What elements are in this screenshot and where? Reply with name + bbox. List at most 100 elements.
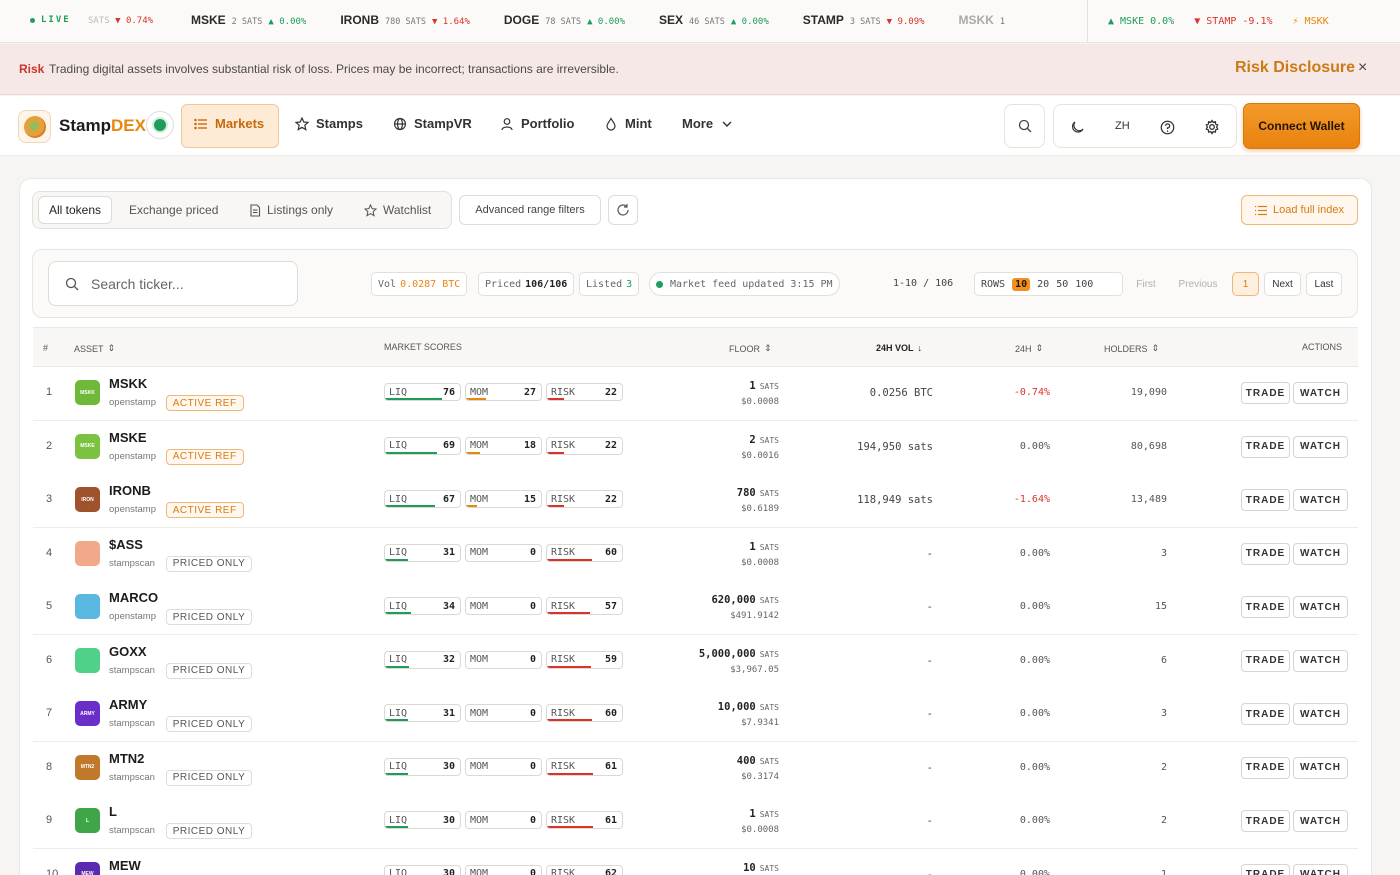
next-page-button[interactable]: Next — [1264, 272, 1301, 296]
brand-name[interactable]: StampDEX — [59, 116, 146, 136]
rows-option-100[interactable]: 100 — [1075, 279, 1093, 290]
col-24h[interactable]: 24H ⇕ — [1015, 343, 1043, 354]
token-ticker[interactable]: MARCO — [109, 590, 158, 605]
table-row[interactable]: 8 MTN2 MTN2 stampscan PRICED ONLY LIQ 30 MOM 0 RI… — [33, 741, 1358, 796]
col-asset[interactable]: ASSET ⇕ — [74, 343, 115, 354]
score-risk-bar — [547, 719, 592, 721]
watch-button[interactable]: WATCH — [1293, 649, 1348, 672]
floor-cell: 2 SATS $0.0016 — [633, 421, 779, 475]
token-ticker[interactable]: $ASS — [109, 537, 143, 552]
score-liq: LIQ 30 — [384, 757, 461, 776]
priced-value: 106/106 — [525, 278, 568, 290]
ticker-price: 1 — [999, 17, 1006, 27]
search-button[interactable] — [1004, 104, 1045, 148]
table-row[interactable]: 1 MSKK MSKK openstamp ACTIVE REF LIQ 76 MOM 27 RI… — [33, 367, 1358, 421]
network-status-indicator[interactable] — [146, 111, 174, 139]
refresh-button[interactable] — [608, 195, 638, 225]
table-row[interactable]: 10MEWMEWstampscanPRICED ONLYLIQ30MOM0RIS… — [33, 848, 1358, 875]
ticker-item[interactable]: MSKE 2 SATS ▲ 0.00% — [191, 13, 306, 27]
last-page-button[interactable]: Last — [1306, 272, 1342, 296]
load-full-index-button[interactable]: Load full index — [1241, 195, 1358, 225]
tab-watchlist[interactable]: Watchlist — [364, 196, 431, 224]
token-ticker[interactable]: IRONB — [109, 483, 151, 498]
previous-page-button[interactable]: Previous — [1169, 272, 1227, 296]
table-row[interactable]: 6 GOXX stampscan PRICED ONLY LIQ 32 MOM 0 RISK 59… — [33, 634, 1358, 689]
trade-button[interactable]: TRADE — [1241, 542, 1290, 565]
trade-button[interactable]: TRADE — [1241, 382, 1290, 404]
ticker-change: ▲ 0.00% — [730, 17, 769, 27]
nav-portfolio[interactable]: Portfolio — [500, 116, 574, 131]
token-ticker[interactable]: L — [109, 804, 117, 819]
col-floor[interactable]: FLOOR ⇕ — [729, 343, 772, 354]
token-ticker[interactable]: MSKK — [109, 376, 147, 391]
tab-exchange-priced[interactable]: Exchange priced — [129, 196, 218, 224]
token-ticker[interactable]: MSKE — [109, 430, 147, 445]
risk-disclosure-link[interactable]: Risk Disclosure — [1235, 59, 1355, 77]
trade-button[interactable]: TRADE — [1241, 703, 1290, 725]
table-row[interactable]: 4 $ASS stampscan PRICED ONLY LIQ 31 MOM 0 RISK 60… — [33, 527, 1358, 582]
nav-markets[interactable]: Markets — [194, 116, 264, 131]
watch-button[interactable]: WATCH — [1293, 542, 1348, 565]
advanced-filters-button[interactable]: Advanced range filters — [459, 195, 601, 225]
nav-mint[interactable]: Mint — [604, 116, 652, 131]
rows-option-20[interactable]: 20 — [1037, 279, 1049, 290]
table-row[interactable]: 3 IRON IRONB openstamp ACTIVE REF LIQ 67 MOM 15 R… — [33, 474, 1358, 528]
watch-button[interactable]: WATCH — [1293, 382, 1348, 404]
floor-unit: SATS — [759, 382, 779, 391]
trade-button[interactable]: TRADE — [1241, 435, 1290, 458]
logo[interactable] — [18, 110, 51, 143]
col-24h-vol[interactable]: 24H VOL ↓ — [876, 343, 922, 353]
top-nav: StampDEX Markets Stamps StampVR Portfoli… — [0, 96, 1400, 156]
ticker-item[interactable]: DOGE 78 SATS ▲ 0.00% — [504, 13, 625, 27]
ticker-item[interactable]: IRONB 780 SATS ▼ 1.64% — [340, 13, 470, 27]
trade-button[interactable]: TRADE — [1241, 863, 1290, 875]
watch-button[interactable]: WATCH — [1293, 703, 1348, 725]
score-risk: RISK 61 — [546, 811, 623, 829]
score-risk-value: 22 — [604, 493, 617, 505]
trade-button[interactable]: TRADE — [1241, 756, 1290, 779]
floor-value: 1 — [749, 540, 756, 553]
search-input[interactable]: Search ticker... — [48, 261, 298, 306]
floor-unit: SATS — [759, 542, 779, 552]
ticker-item[interactable]: STAMP 3 SATS ▼ 9.09% — [803, 13, 925, 27]
watch-button[interactable]: WATCH — [1293, 489, 1348, 511]
moon-icon[interactable] — [1071, 120, 1085, 134]
table-row[interactable]: 2 MSKE MSKE openstamp ACTIVE REF LIQ 69 MOM 18 RI… — [33, 420, 1358, 475]
language-toggle[interactable]: ZH — [1115, 120, 1130, 132]
token-ticker[interactable]: GOXX — [109, 644, 147, 659]
trade-button[interactable]: TRADE — [1241, 596, 1290, 618]
trade-button[interactable]: TRADE — [1241, 810, 1290, 832]
close-icon[interactable]: × — [1358, 59, 1367, 77]
help-icon[interactable] — [1160, 120, 1175, 135]
watch-button[interactable]: WATCH — [1293, 596, 1348, 618]
ticker-item[interactable]: MSKK 1 — [959, 13, 1011, 27]
watch-button[interactable]: WATCH — [1293, 810, 1348, 832]
col-holders[interactable]: HOLDERS ⇕ — [1104, 343, 1159, 354]
tab-listings-only[interactable]: Listings only — [249, 196, 333, 224]
nav-stamps[interactable]: Stamps — [295, 116, 363, 131]
connect-wallet-button[interactable]: Connect Wallet — [1243, 103, 1360, 149]
token-ticker[interactable]: MEW — [109, 858, 141, 873]
trade-button[interactable]: TRADE — [1241, 489, 1290, 511]
nav-more[interactable]: More — [682, 116, 734, 131]
token-ticker[interactable]: ARMY — [109, 697, 147, 712]
watch-button[interactable]: WATCH — [1293, 756, 1348, 779]
nav-stampvr[interactable]: StampVR — [393, 116, 472, 131]
table-row[interactable]: 9 L Lstampscan PRICED ONLY LIQ 30 MOM 0 RISK 61 1 S… — [33, 795, 1358, 849]
current-page[interactable]: 1 — [1232, 272, 1259, 296]
floor-price: 2 SATS — [749, 434, 779, 446]
watch-button[interactable]: WATCH — [1293, 435, 1348, 458]
token-ticker[interactable]: MTN2 — [109, 751, 144, 766]
table-row[interactable]: 5 MARCO openstamp PRICED ONLY LIQ 34 MOM 0 RISK 5… — [33, 581, 1358, 635]
rows-option-10[interactable]: 10 — [1012, 277, 1031, 291]
star-icon — [364, 203, 377, 217]
table-row[interactable]: 7 ARMY ARMY stampscan PRICED ONLY LIQ 31 MOM 0 RI… — [33, 688, 1358, 742]
watch-button[interactable]: WATCH — [1293, 863, 1348, 875]
floor-unit: SATS — [759, 863, 779, 873]
trade-button[interactable]: TRADE — [1241, 649, 1290, 672]
gear-icon[interactable] — [1204, 119, 1220, 135]
first-page-button[interactable]: First — [1128, 272, 1164, 296]
tab-all-tokens[interactable]: All tokens — [38, 196, 113, 224]
rows-option-50[interactable]: 50 — [1056, 279, 1068, 290]
ticker-item[interactable]: SEX 46 SATS ▲ 0.00% — [659, 13, 769, 27]
